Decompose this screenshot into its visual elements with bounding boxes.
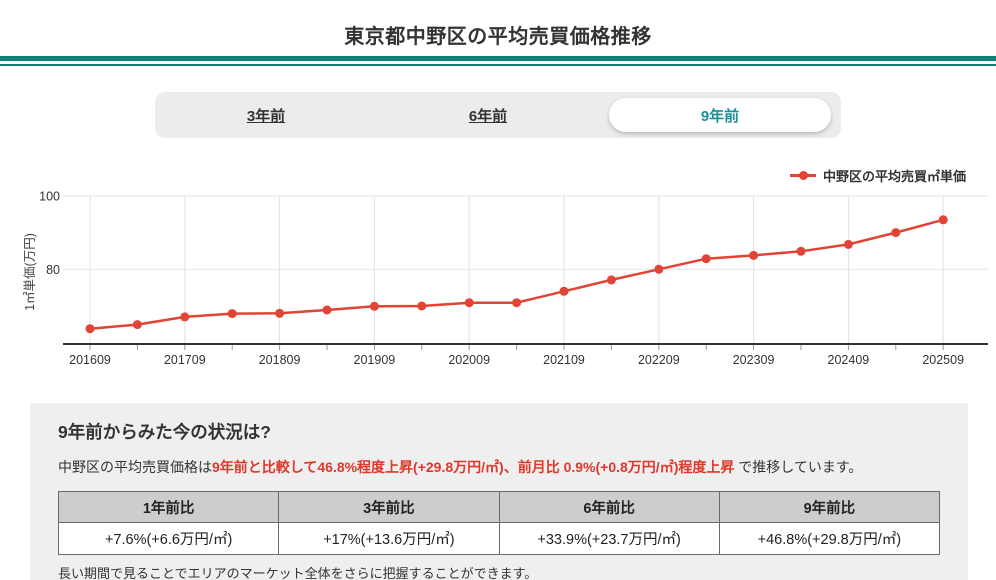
summary-text-prefix: 中野区の平均売買価格は	[58, 459, 212, 475]
summary-note: 長い期間で見ることでエリアのマーケット全体をさらに把握することができます。	[58, 566, 538, 580]
header-divider-thin	[0, 64, 996, 66]
svg-text:100: 100	[39, 190, 60, 204]
svg-text:202409: 202409	[828, 353, 870, 367]
value-6yr: +33.9%(+23.7万円/㎡)	[498, 522, 720, 555]
comparison-table: 1年前比 3年前比 6年前比 9年前比 +7.6%(+6.6万円/㎡) +17%…	[57, 491, 941, 555]
header-6yr: 6年前比	[498, 491, 720, 523]
tab-3-years-ago-label: 3年前	[246, 107, 286, 125]
page-title: 東京都中野区の平均売買価格推移	[344, 26, 652, 48]
svg-text:202009: 202009	[448, 353, 490, 367]
value-9yr: +46.8%(+29.8万円/㎡)	[718, 522, 941, 555]
line-chart-svg: 80 100 201609 201709 201809 201909 202009 20210…	[23, 190, 988, 367]
header-3yr: 3年前比	[278, 491, 500, 523]
svg-text:1㎡単価(万円): 1㎡単価(万円)	[23, 233, 37, 311]
comparison-table-value-row: +7.6%(+6.6万円/㎡) +17%(+13.6万円/㎡) +33.9%(+…	[57, 522, 941, 555]
header-9yr: 9年前比	[718, 491, 941, 523]
comparison-table-header-row: 1年前比 3年前比 6年前比 9年前比	[57, 491, 941, 523]
summary-text-highlight: 9年前と比較して46.8%程度上昇(+29.8万円/㎡)、前月比 0.9%(+0…	[212, 459, 735, 475]
svg-text:80: 80	[46, 263, 60, 277]
svg-text:202109: 202109	[543, 353, 585, 367]
svg-text:202309: 202309	[733, 353, 775, 367]
tab-3-years-ago[interactable]: 3年前	[155, 92, 377, 138]
value-1yr: +7.6%(+6.6万円/㎡)	[57, 522, 280, 555]
summary-section: 9年前からみた今の状況は? 中野区の平均売買価格は9年前と比較して46.8%程度…	[30, 403, 968, 580]
tab-6-years-ago-label: 6年前	[468, 107, 508, 125]
summary-paragraph: 中野区の平均売買価格は9年前と比較して46.8%程度上昇(+29.8万円/㎡)、…	[58, 457, 940, 477]
svg-text:202209: 202209	[638, 353, 680, 367]
value-3yr: +17%(+13.6万円/㎡)	[278, 522, 500, 555]
header-1yr: 1年前比	[57, 491, 280, 523]
line-series-icon	[789, 171, 816, 180]
legend-label: 中野区の平均売買㎡単価	[822, 169, 966, 184]
svg-text:201709: 201709	[164, 353, 206, 367]
period-tabbar-wrap: 3年前 6年前 9年前	[0, 92, 996, 138]
tab-6-years-ago[interactable]: 6年前	[377, 92, 599, 138]
tab-9-years-ago[interactable]: 9年前	[599, 92, 841, 138]
summary-heading: 9年前からみた今の状況は?	[58, 422, 271, 442]
tab-9-years-ago-label: 9年前	[700, 107, 740, 125]
svg-text:201809: 201809	[259, 353, 301, 367]
chart-legend: 中野区の平均売買㎡単価	[789, 166, 966, 185]
svg-text:201909: 201909	[354, 353, 396, 367]
svg-text:202509: 202509	[922, 353, 964, 367]
price-trend-chart: 中野区の平均売買㎡単価 80 100 201609 201709 201809 20190…	[0, 160, 996, 380]
svg-text:201609: 201609	[69, 353, 111, 367]
tab-9-years-ago-pill: 9年前	[609, 98, 831, 132]
summary-text-suffix: で推移しています。	[734, 459, 863, 475]
period-tabbar: 3年前 6年前 9年前	[155, 92, 841, 138]
